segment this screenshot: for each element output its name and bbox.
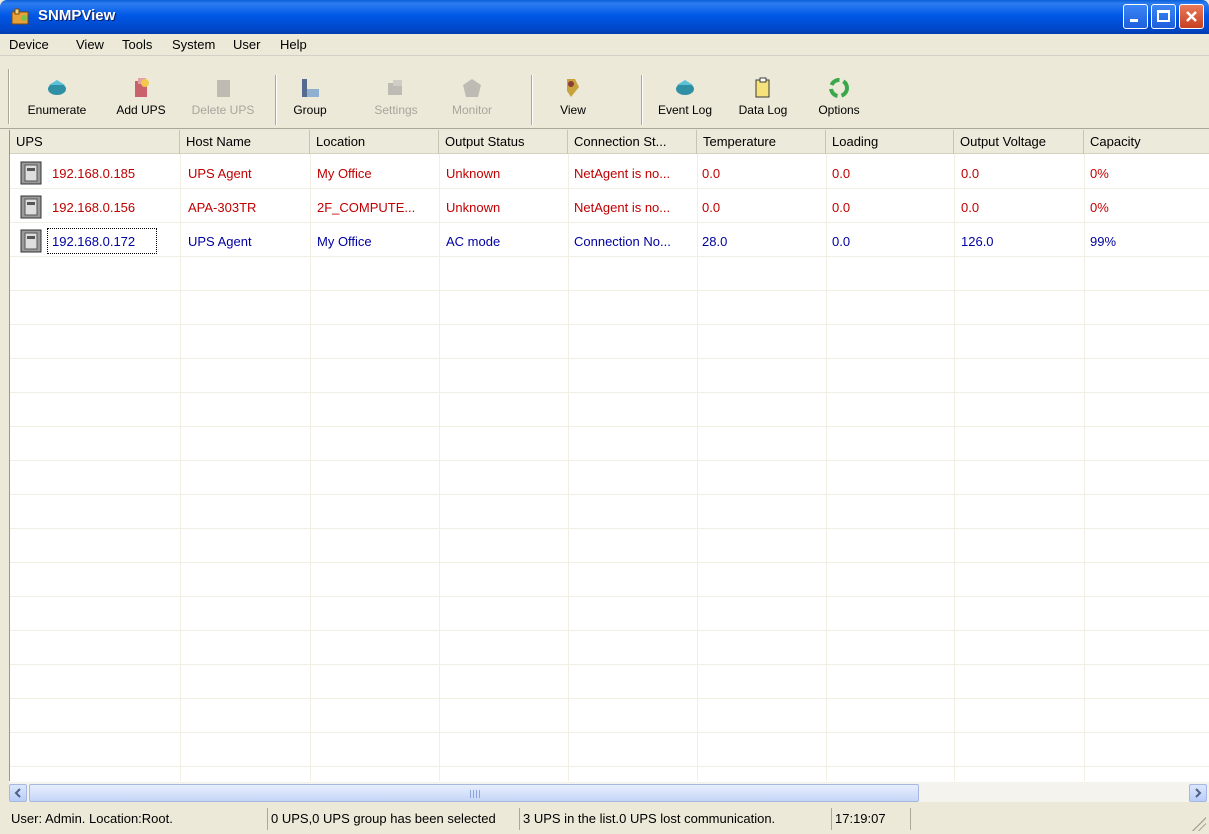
ups-cell: 192.168.0.185 <box>52 166 136 181</box>
close-button[interactable] <box>1179 4 1204 29</box>
temperature-cell: 0.0 <box>702 166 721 181</box>
scroll-left-button[interactable] <box>9 784 27 802</box>
loading-cell: 0.0 <box>832 166 851 181</box>
menu-device[interactable]: Device <box>9 37 49 52</box>
view-button[interactable]: View <box>548 77 598 117</box>
snmpview-app-icon <box>11 8 29 25</box>
list-header: UPS Host Name Location Output Status Con… <box>10 130 1209 154</box>
settings-button[interactable]: Settings <box>366 77 426 117</box>
status-time: 17:19:07 <box>831 808 906 830</box>
column-header-connection-status[interactable]: Connection St... <box>568 130 697 154</box>
menu-bar: Device View Tools System User Help <box>0 34 1209 56</box>
ups-device-icon <box>20 229 42 253</box>
enumerate-icon <box>48 80 66 95</box>
options-button[interactable]: Options <box>806 77 872 117</box>
capacity-cell: 0% <box>1090 200 1109 215</box>
column-header-output-voltage[interactable]: Output Voltage <box>954 130 1084 154</box>
temperature-cell: 28.0 <box>702 234 728 249</box>
group-button[interactable]: Group <box>285 77 335 117</box>
column-header-capacity[interactable]: Capacity <box>1084 130 1209 154</box>
ups-cell: 192.168.0.172 <box>52 234 136 249</box>
output-voltage-cell: 0.0 <box>961 200 980 215</box>
scroll-right-button[interactable] <box>1189 784 1207 802</box>
options-icon <box>829 78 849 98</box>
temperature-cell: 0.0 <box>702 200 721 215</box>
location-cell: My Office <box>317 234 372 249</box>
resize-grip-icon[interactable] <box>1192 817 1206 831</box>
add-ups-icon <box>135 78 149 97</box>
minimize-button[interactable] <box>1123 4 1148 29</box>
ups-device-icon <box>20 195 42 219</box>
connection-status-cell: NetAgent is no... <box>574 200 671 215</box>
capacity-cell: 0% <box>1090 166 1109 181</box>
enumerate-button[interactable]: Enumerate <box>22 77 92 117</box>
delete-ups-icon <box>217 80 230 97</box>
connection-status-cell: Connection No... <box>574 234 671 249</box>
horizontal-scrollbar[interactable] <box>9 781 1209 802</box>
status-empty-panel <box>910 808 1190 830</box>
scroll-thumb[interactable] <box>29 784 919 802</box>
location-cell: My Office <box>317 166 372 181</box>
ups-list[interactable]: UPS Host Name Location Output Status Con… <box>9 130 1209 781</box>
menu-help[interactable]: Help <box>280 37 307 52</box>
loading-cell: 0.0 <box>832 200 851 215</box>
capacity-cell: 99% <box>1090 234 1117 249</box>
menu-system[interactable]: System <box>172 37 215 52</box>
location-cell: 2F_COMPUTE... <box>317 200 416 215</box>
event-log-button[interactable]: Event Log <box>650 77 720 117</box>
table-row[interactable]: 192.168.0.172 UPS Agent My Office AC mod… <box>10 224 1209 258</box>
status-bar: User: Admin. Location:Root. 0 UPS,0 UPS … <box>0 805 1209 834</box>
menu-view[interactable]: View <box>76 37 104 52</box>
ups-device-icon <box>20 161 42 185</box>
view-icon <box>567 79 579 97</box>
table-row[interactable]: 192.168.0.185 UPS Agent My Office Unknow… <box>10 156 1209 190</box>
connection-status-cell: NetAgent is no... <box>574 166 671 181</box>
column-header-host-name[interactable]: Host Name <box>180 130 310 154</box>
monitor-button[interactable]: Monitor <box>440 77 504 117</box>
column-header-temperature[interactable]: Temperature <box>697 130 826 154</box>
toolbar: Enumerate Add UPS Delete UPS Group Setti… <box>0 57 1209 157</box>
monitor-icon <box>463 79 481 97</box>
data-log-button[interactable]: Data Log <box>730 77 796 117</box>
group-icon <box>302 79 319 97</box>
ups-cell: 192.168.0.156 <box>52 200 136 215</box>
maximize-button[interactable] <box>1151 4 1176 29</box>
data-log-icon <box>755 77 770 98</box>
window-title: SNMPView <box>38 7 116 24</box>
host-name-cell: UPS Agent <box>188 234 252 249</box>
host-name-cell: UPS Agent <box>188 166 252 181</box>
column-header-loading[interactable]: Loading <box>826 130 954 154</box>
table-row[interactable]: 192.168.0.156 APA-303TR 2F_COMPUTE... Un… <box>10 190 1209 224</box>
status-selection: 0 UPS,0 UPS group has been selected <box>267 808 515 830</box>
host-name-cell: APA-303TR <box>188 200 257 215</box>
loading-cell: 0.0 <box>832 234 851 249</box>
column-header-ups[interactable]: UPS <box>10 130 180 154</box>
title-bar[interactable]: SNMPView <box>0 0 1209 34</box>
add-ups-button[interactable]: Add UPS <box>110 77 172 117</box>
output-status-cell: Unknown <box>446 166 501 181</box>
status-list-info: 3 UPS in the list.0 UPS lost communicati… <box>519 808 827 830</box>
status-user-location: User: Admin. Location:Root. <box>11 811 173 826</box>
event-log-icon <box>676 80 694 95</box>
close-icon <box>1186 11 1197 22</box>
column-header-location[interactable]: Location <box>310 130 439 154</box>
output-voltage-cell: 0.0 <box>961 166 980 181</box>
chevron-left-icon <box>14 788 21 798</box>
menu-tools[interactable]: Tools <box>122 37 152 52</box>
output-status-cell: Unknown <box>446 200 501 215</box>
delete-ups-button[interactable]: Delete UPS <box>183 77 263 117</box>
grip-icon <box>470 790 480 798</box>
output-status-cell: AC mode <box>446 234 501 249</box>
column-header-output-status[interactable]: Output Status <box>439 130 568 154</box>
settings-icon <box>388 80 402 95</box>
menu-user[interactable]: User <box>233 37 260 52</box>
chevron-right-icon <box>1195 788 1202 798</box>
output-voltage-cell: 126.0 <box>961 234 994 249</box>
